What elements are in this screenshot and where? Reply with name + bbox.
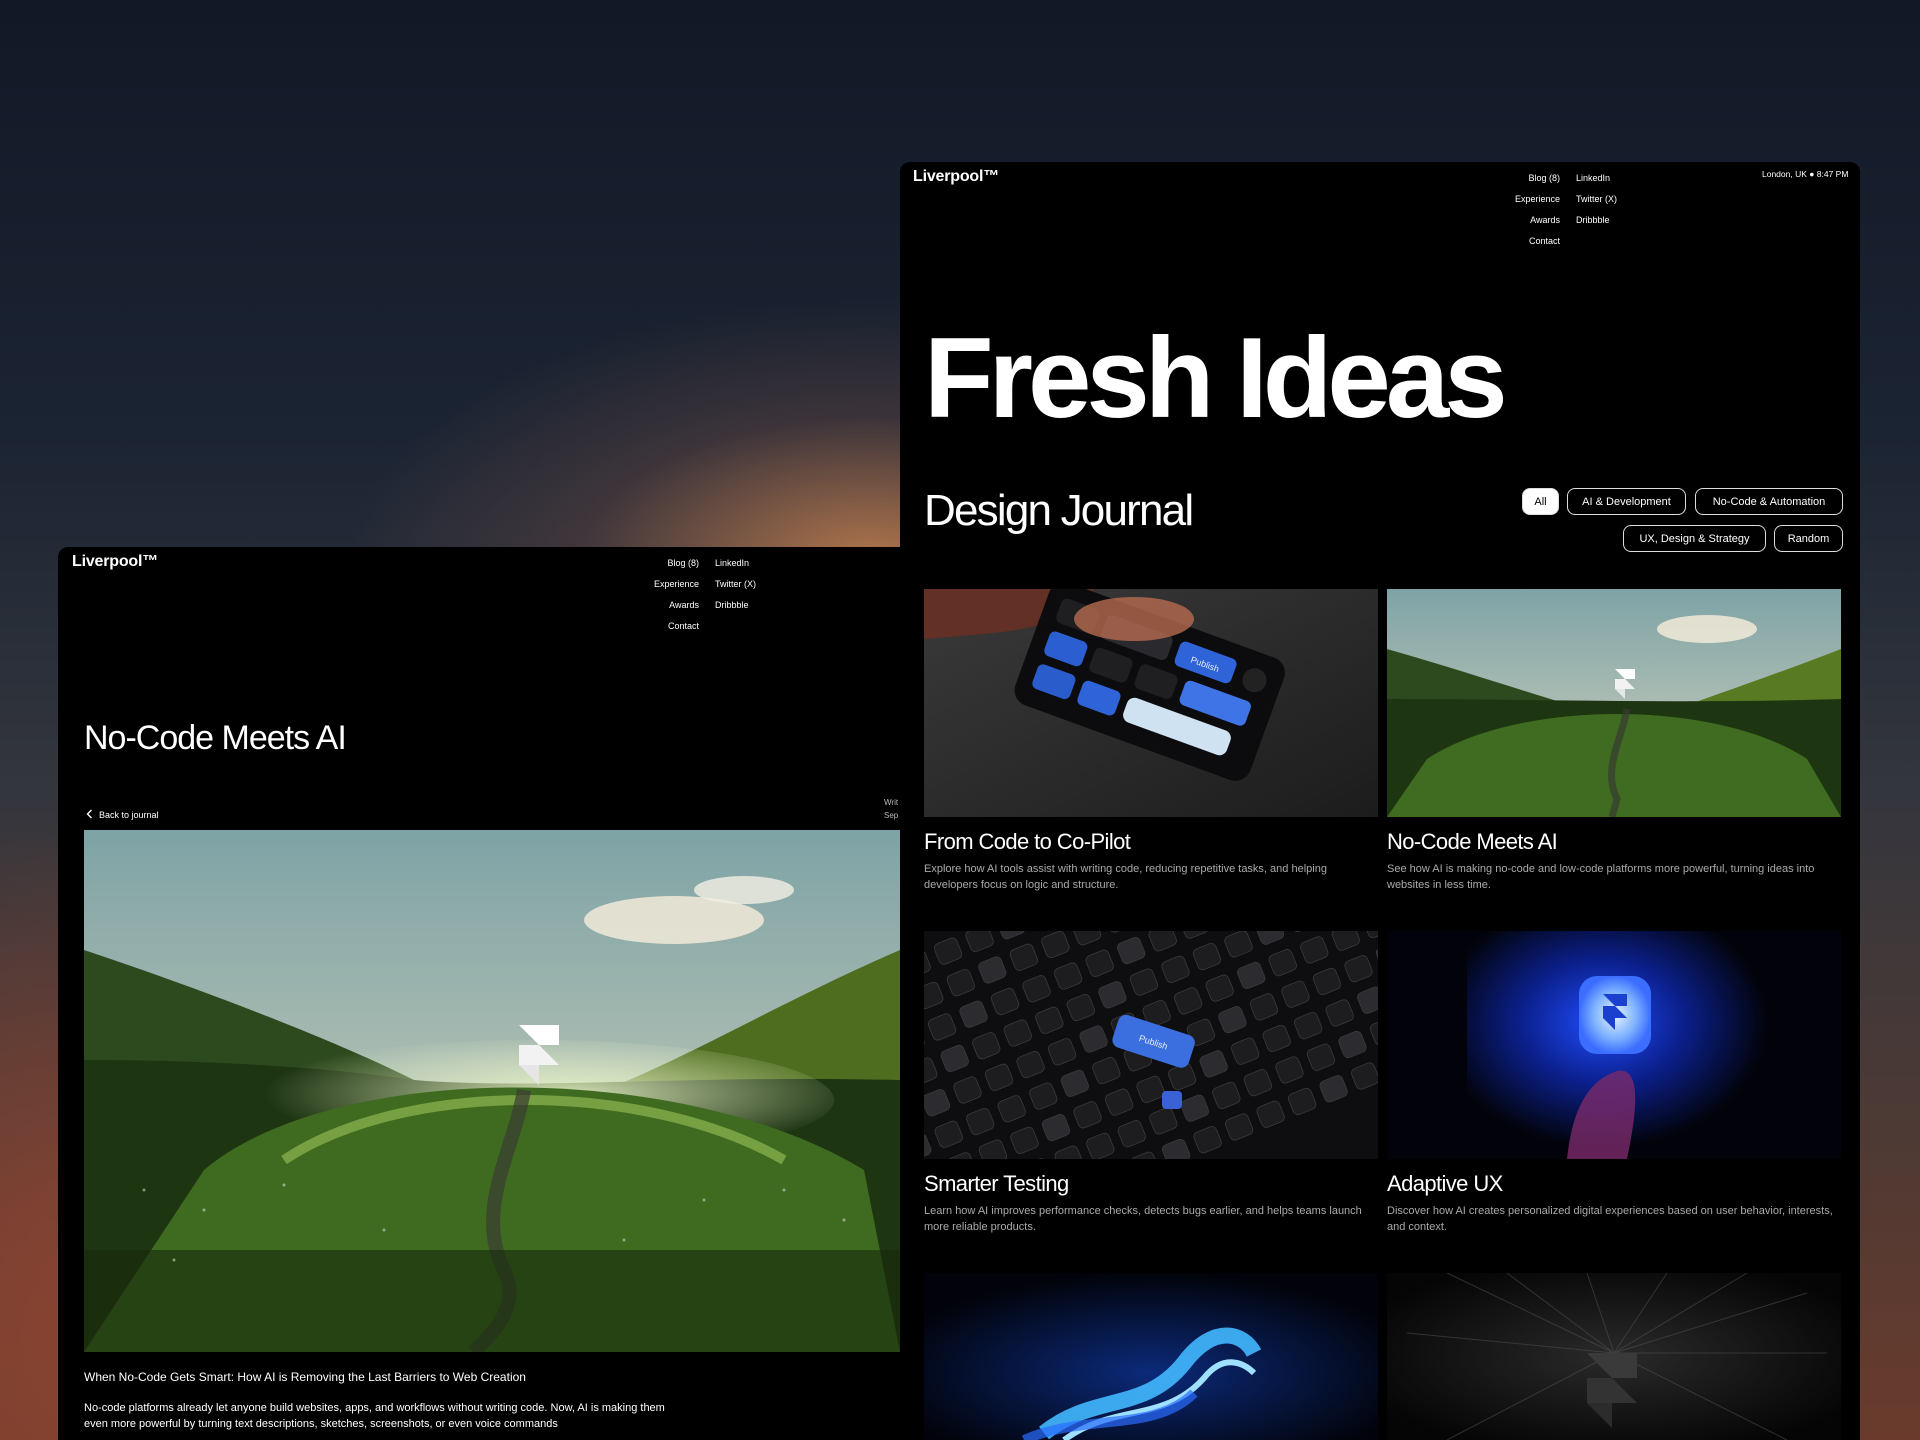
card-title: No-Code Meets AI	[1387, 829, 1558, 854]
filter-ai-development[interactable]: AI & Development	[1567, 488, 1686, 515]
nav-twitter[interactable]: Twitter (X)	[1576, 189, 1617, 210]
nav-experience[interactable]: Experience	[1515, 189, 1560, 210]
card-title: Adaptive UX	[1387, 1171, 1503, 1196]
filter-all[interactable]: All	[1522, 488, 1559, 515]
card-description: See how AI is making no-code and low-cod…	[1387, 863, 1815, 891]
back-label: Back to journal	[99, 810, 159, 820]
article-paragraph: No-code platforms already let anyone bui…	[84, 1402, 665, 1430]
nav-contact[interactable]: Contact	[654, 616, 699, 637]
nav-awards[interactable]: Awards	[654, 595, 699, 616]
keyboard-image: Publish	[924, 931, 1378, 1159]
brand-logo[interactable]: Liverpool™	[72, 553, 158, 571]
post-title: No-Code Meets AI	[84, 719, 347, 757]
nav-blog[interactable]: Blog (8)	[1515, 168, 1561, 189]
blue-wave-image	[924, 1273, 1378, 1440]
nav-contact[interactable]: Contact	[1515, 231, 1560, 252]
filter-ux-design-strategy[interactable]: UX, Design & Strategy	[1623, 525, 1766, 552]
card-description: Discover how AI creates personalized dig…	[1387, 1205, 1833, 1233]
chevron-left-icon	[86, 809, 93, 821]
card-title: Smarter Testing	[924, 1171, 1069, 1196]
main-nav: Blog (8) Experience Awards Contact Linke…	[654, 553, 756, 637]
nav-linkedin[interactable]: LinkedIn	[715, 553, 756, 574]
meta-line: Sep	[884, 811, 899, 820]
glowing-logo-image	[1387, 931, 1841, 1159]
page-subtitle: Design Journal	[924, 486, 1194, 535]
card-description: Explore how AI tools assist with writing…	[924, 863, 1327, 891]
back-to-journal-link[interactable]: Back to journal	[86, 809, 159, 821]
nav-awards[interactable]: Awards	[1515, 210, 1560, 231]
keypad-image: Publish	[924, 589, 1378, 817]
nav-dribbble[interactable]: Dribbble	[715, 595, 756, 616]
nav-dribbble[interactable]: Dribbble	[1576, 210, 1617, 231]
dark-logo-image	[1387, 1273, 1841, 1440]
location-clock: London, UK ● 8:47 PM	[1762, 169, 1849, 179]
filter-no-code-automation[interactable]: No-Code & Automation	[1695, 488, 1843, 515]
meadow-image	[84, 830, 900, 1352]
card-description: Learn how AI improves performance checks…	[924, 1205, 1362, 1233]
meadow-image	[1387, 589, 1841, 817]
brand-logo[interactable]: Liverpool™	[913, 168, 999, 186]
filter-random[interactable]: Random	[1774, 525, 1843, 552]
journal-window: Liverpool™ Blog (8) Experience Awards Co…	[900, 162, 1860, 1440]
card-title: From Code to Co-Pilot	[924, 829, 1131, 854]
article-heading: When No-Code Gets Smart: How AI is Remov…	[84, 1370, 526, 1384]
meta-line: Writ	[884, 798, 899, 807]
nav-linkedin[interactable]: LinkedIn	[1576, 168, 1617, 189]
nav-twitter[interactable]: Twitter (X)	[715, 574, 756, 595]
article-window: Liverpool™ Blog (8) Experience Awards Co…	[58, 547, 900, 1440]
journal-card[interactable]: No-Code Meets AI See how AI is making no…	[1387, 589, 1841, 893]
journal-card[interactable]	[924, 1273, 1378, 1440]
journal-card[interactable]	[1387, 1273, 1841, 1440]
journal-card[interactable]: Publish From Code to Co-Pilot Explore ho…	[924, 589, 1378, 893]
post-meta: Writ Sep	[884, 796, 898, 822]
hero-title: Fresh Ideas	[924, 315, 1508, 442]
journal-card[interactable]: Publish Smarter Testing Learn how AI imp…	[924, 931, 1378, 1235]
nav-blog[interactable]: Blog (8)	[654, 553, 700, 574]
main-nav: Blog (8) Experience Awards Contact Linke…	[1515, 168, 1617, 252]
nav-experience[interactable]: Experience	[654, 574, 699, 595]
journal-card[interactable]: Adaptive UX Discover how AI creates pers…	[1387, 931, 1841, 1235]
